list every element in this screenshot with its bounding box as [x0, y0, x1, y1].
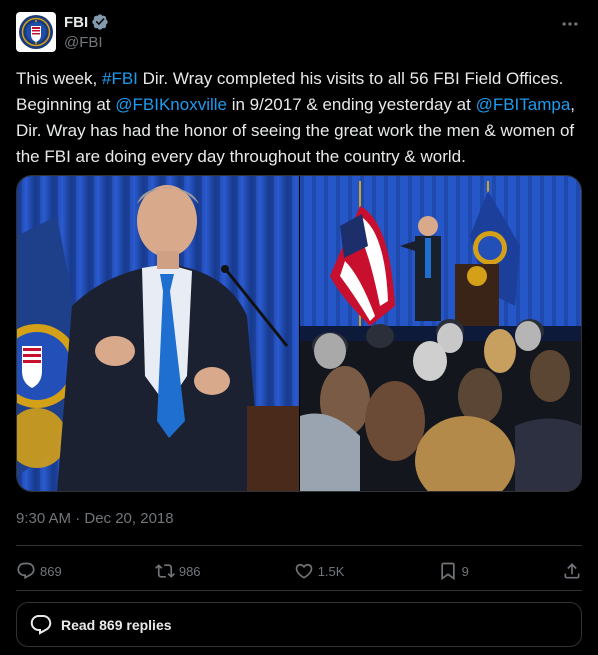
- reply-icon: [17, 562, 35, 580]
- like-button[interactable]: 1.5K: [294, 561, 345, 581]
- tweet-header: FBI @FBI: [16, 12, 582, 56]
- tweet-text-segment: This week,: [16, 69, 102, 88]
- reply-count: 869: [40, 563, 62, 579]
- tweet-link[interactable]: @FBIKnoxville: [115, 95, 227, 114]
- tweet-text-segment: in 9/2017 & ending yesterday at: [227, 95, 476, 114]
- repost-count: 986: [178, 563, 201, 579]
- tweet-timestamp[interactable]: 9:30 AM · Dec 20, 2018: [16, 510, 174, 527]
- read-replies-label: Read 869 replies: [61, 616, 172, 633]
- read-replies-button[interactable]: Read 869 replies: [16, 602, 582, 647]
- bookmark-icon: [440, 562, 455, 581]
- repost-button[interactable]: 986: [154, 561, 201, 581]
- avatar[interactable]: [16, 12, 56, 52]
- divider-bottom: [16, 590, 582, 591]
- bookmark-button[interactable]: 9: [438, 561, 469, 581]
- action-bar: 869 986 1.5K 9: [16, 553, 582, 589]
- tweet-link[interactable]: @FBITampa: [476, 95, 571, 114]
- more-horizontal-icon: [562, 22, 578, 26]
- verified-badge-icon: [92, 14, 108, 30]
- divider-top: [16, 545, 582, 546]
- more-options-button[interactable]: [558, 12, 582, 36]
- reply-button[interactable]: 869: [16, 561, 62, 581]
- like-count: 1.5K: [317, 563, 345, 579]
- repost-icon: [154, 564, 175, 578]
- fbi-seal-icon: [19, 15, 53, 49]
- speaker-closeup-photo[interactable]: [17, 176, 299, 491]
- tweet-text: This week, #FBI Dir. Wray completed his …: [16, 66, 584, 170]
- handle[interactable]: @FBI: [64, 34, 109, 51]
- heart-icon: [295, 563, 313, 579]
- reply-bubble-icon: [30, 614, 52, 635]
- tweet-media: [16, 175, 582, 492]
- auditorium-audience-photo[interactable]: [300, 176, 581, 491]
- share-button[interactable]: [562, 561, 582, 581]
- tweet-link[interactable]: #FBI: [102, 69, 138, 88]
- share-icon: [564, 563, 580, 579]
- display-name[interactable]: FBI: [64, 14, 88, 31]
- bookmark-count: 9: [461, 563, 469, 579]
